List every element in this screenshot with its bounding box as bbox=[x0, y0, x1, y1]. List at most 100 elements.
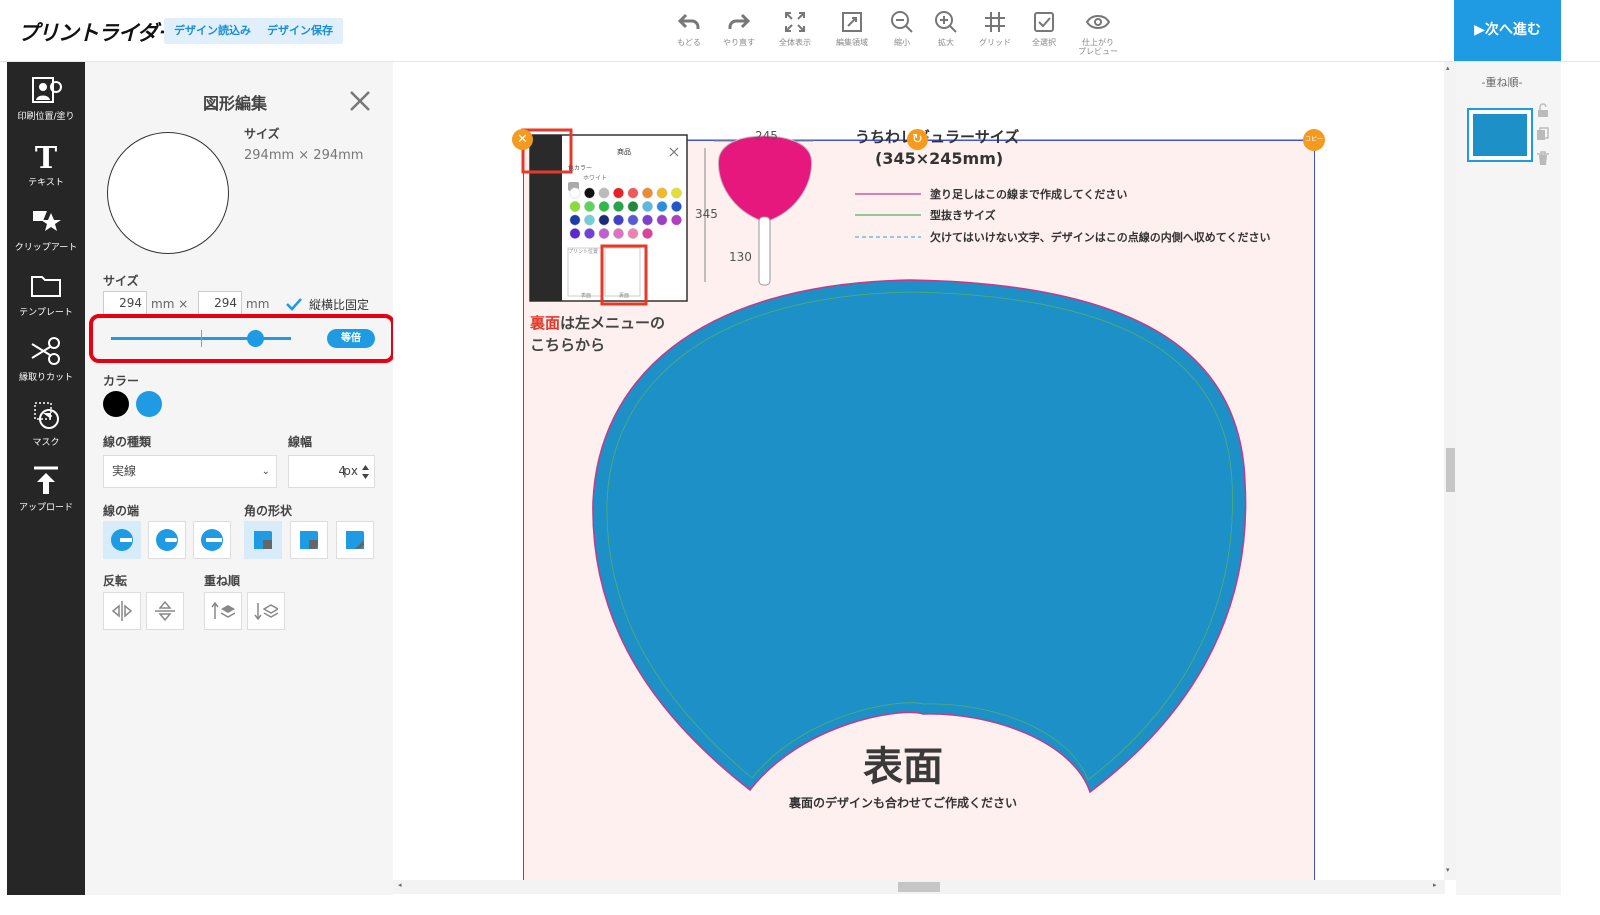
scroll-down-icon[interactable]: ▾ bbox=[1446, 866, 1450, 874]
next-step-button[interactable]: ▶次へ進む bbox=[1454, 0, 1561, 61]
edit-area-label: 編集領域 bbox=[836, 38, 868, 47]
line-type-select[interactable]: 実線 ⌄ bbox=[103, 455, 277, 488]
actual-size-button[interactable]: 等倍 bbox=[327, 329, 375, 348]
app-window: { "header": { "logo": "プリントライダー", "load_… bbox=[0, 0, 1600, 915]
sidebar-item-print-position[interactable]: 印刷位置/塗り bbox=[7, 74, 85, 122]
undo-button[interactable]: もどる bbox=[662, 10, 716, 47]
load-design-button[interactable]: デザイン読込み bbox=[164, 18, 261, 44]
sidebar-item-label: アップロード bbox=[18, 503, 73, 513]
bring-forward-icon bbox=[211, 599, 235, 623]
vertical-scrollbar[interactable]: ▴ ▾ bbox=[1444, 62, 1456, 880]
preview-label-1: 仕上がり bbox=[1082, 38, 1114, 47]
clipart-icon bbox=[29, 205, 63, 237]
mini-color-swatch bbox=[642, 228, 653, 239]
unlock-icon[interactable] bbox=[1536, 102, 1550, 117]
mini-color-swatch bbox=[598, 228, 610, 239]
size-label: サイズ bbox=[244, 127, 280, 141]
vertical-scroll-thumb[interactable] bbox=[1446, 448, 1455, 492]
corner-bevel-button[interactable] bbox=[336, 521, 374, 559]
cap-butt-icon bbox=[110, 528, 134, 552]
sidebar-item-label: マスク bbox=[32, 438, 60, 448]
product-size: (345×245mm) bbox=[875, 149, 1004, 168]
line-width-input[interactable]: 4 px bbox=[288, 455, 375, 488]
scroll-left-icon[interactable]: ◂ bbox=[398, 881, 402, 889]
chevron-down-icon: ⌄ bbox=[261, 466, 270, 477]
line-cap-butt-button[interactable] bbox=[103, 521, 141, 559]
scroll-up-icon[interactable]: ▴ bbox=[1446, 64, 1450, 72]
rotate-handle-icon[interactable]: ↻ bbox=[907, 129, 928, 150]
sidebar-item-clipart[interactable]: クリップアート bbox=[7, 205, 85, 253]
fill-color-swatch[interactable] bbox=[136, 391, 162, 417]
select-all-icon bbox=[1032, 10, 1056, 34]
delete-handle-icon[interactable]: ✕ bbox=[512, 129, 533, 150]
preview-eye-icon bbox=[1086, 10, 1110, 34]
width-input[interactable]: 294 bbox=[103, 291, 147, 315]
layers-panel: -重ね順- bbox=[1456, 62, 1561, 895]
sidebar-item-upload[interactable]: アップロード bbox=[7, 465, 85, 513]
sidebar-item-mask[interactable]: マスク bbox=[7, 400, 85, 448]
undo-icon bbox=[677, 10, 701, 34]
grid-button[interactable]: グリッド bbox=[968, 10, 1022, 47]
sidebar-item-text[interactable]: T テキスト bbox=[7, 140, 85, 188]
horizontal-scrollbar[interactable]: ◂ ▸ bbox=[393, 880, 1445, 894]
preview-button[interactable]: 仕上がり プレビュー bbox=[1071, 10, 1125, 56]
line-cap-square-button[interactable] bbox=[193, 521, 231, 559]
corner-round-button[interactable] bbox=[290, 521, 328, 559]
close-icon[interactable] bbox=[347, 88, 373, 114]
mini-color-swatch bbox=[613, 187, 624, 199]
mini-color-swatch bbox=[584, 201, 595, 212]
line-cap-round-button[interactable] bbox=[148, 521, 186, 559]
height-input[interactable]: 294 bbox=[198, 291, 242, 315]
redo-label: やり直す bbox=[723, 38, 755, 47]
stroke-color-swatch[interactable] bbox=[103, 391, 129, 417]
spinner-icon[interactable] bbox=[361, 463, 370, 481]
flip-horizontal-button[interactable] bbox=[103, 592, 141, 630]
left-sidebar: 印刷位置/塗り T テキスト クリップアート テンプレート 縁取りカット マスク… bbox=[7, 62, 85, 895]
dimension-height: 345 bbox=[695, 207, 718, 221]
copy-icon[interactable] bbox=[1536, 126, 1550, 140]
color-label: カラー bbox=[103, 374, 140, 388]
sidebar-item-label: 印刷位置/塗り bbox=[17, 112, 75, 122]
fit-all-button[interactable]: 全体表示 bbox=[768, 10, 822, 47]
trash-icon[interactable] bbox=[1536, 150, 1550, 165]
line-width-label: 線幅 bbox=[288, 435, 313, 449]
sidebar-item-label: クリップアート bbox=[14, 243, 78, 253]
select-all-button[interactable]: 全選択 bbox=[1017, 10, 1071, 47]
dimension-handle: 130 bbox=[729, 250, 752, 264]
scale-slider-thumb[interactable] bbox=[247, 330, 264, 347]
mini-color-swatch bbox=[613, 228, 624, 239]
mini-front: 表面 bbox=[581, 293, 592, 299]
mini-panel-title: 商品 bbox=[617, 148, 631, 156]
toolbar: もどる やり直す 全体表示 編集領域 縮小 拡大 グリッド 全選択 仕上がり プ… bbox=[668, 10, 1138, 56]
layer-thumbnail[interactable] bbox=[1467, 108, 1533, 162]
zoom-in-label: 拡大 bbox=[938, 38, 954, 47]
sidebar-item-label: テンプレート bbox=[19, 308, 73, 318]
redo-button[interactable]: やり直す bbox=[712, 10, 766, 47]
logo: プリントライダー bbox=[18, 21, 178, 45]
zoom-in-button[interactable]: 拡大 bbox=[919, 10, 973, 47]
checkmark-icon bbox=[286, 298, 302, 311]
mini-color-swatch bbox=[671, 201, 682, 212]
keep-ratio-checkbox[interactable] bbox=[285, 296, 303, 312]
flip-vertical-button[interactable] bbox=[146, 592, 184, 630]
flip-label: 反転 bbox=[103, 574, 128, 588]
corner-miter-button[interactable] bbox=[244, 521, 282, 559]
bring-forward-button[interactable] bbox=[204, 592, 242, 630]
copy-handle[interactable]: コピー bbox=[1303, 129, 1325, 151]
mini-color-swatch bbox=[569, 214, 581, 226]
scroll-right-icon[interactable]: ▸ bbox=[1433, 881, 1437, 889]
save-design-button[interactable]: デザイン保存 bbox=[257, 18, 343, 44]
cap-square-icon bbox=[200, 528, 224, 552]
sidebar-item-border-cut[interactable]: 縁取りカット bbox=[7, 335, 85, 383]
design-canvas[interactable]: うちわレギュラーサイズ (345×245mm) 245 345 130 塗り足し… bbox=[393, 62, 1454, 895]
edit-area-button[interactable]: 編集領域 bbox=[825, 10, 879, 47]
horizontal-scroll-thumb[interactable] bbox=[898, 882, 940, 892]
mini-color-swatch bbox=[627, 214, 639, 226]
sidebar-item-label: テキスト bbox=[28, 178, 64, 188]
send-backward-button[interactable] bbox=[247, 592, 285, 630]
zoom-in-icon bbox=[934, 10, 958, 34]
select-all-label: 全選択 bbox=[1032, 38, 1056, 47]
legend-safe-text: 欠けてはいけない文字、デザインはこの点線の内側へ収めてください bbox=[930, 231, 1271, 244]
sidebar-item-template[interactable]: テンプレート bbox=[7, 270, 85, 318]
flip-vertical-icon bbox=[153, 599, 177, 623]
